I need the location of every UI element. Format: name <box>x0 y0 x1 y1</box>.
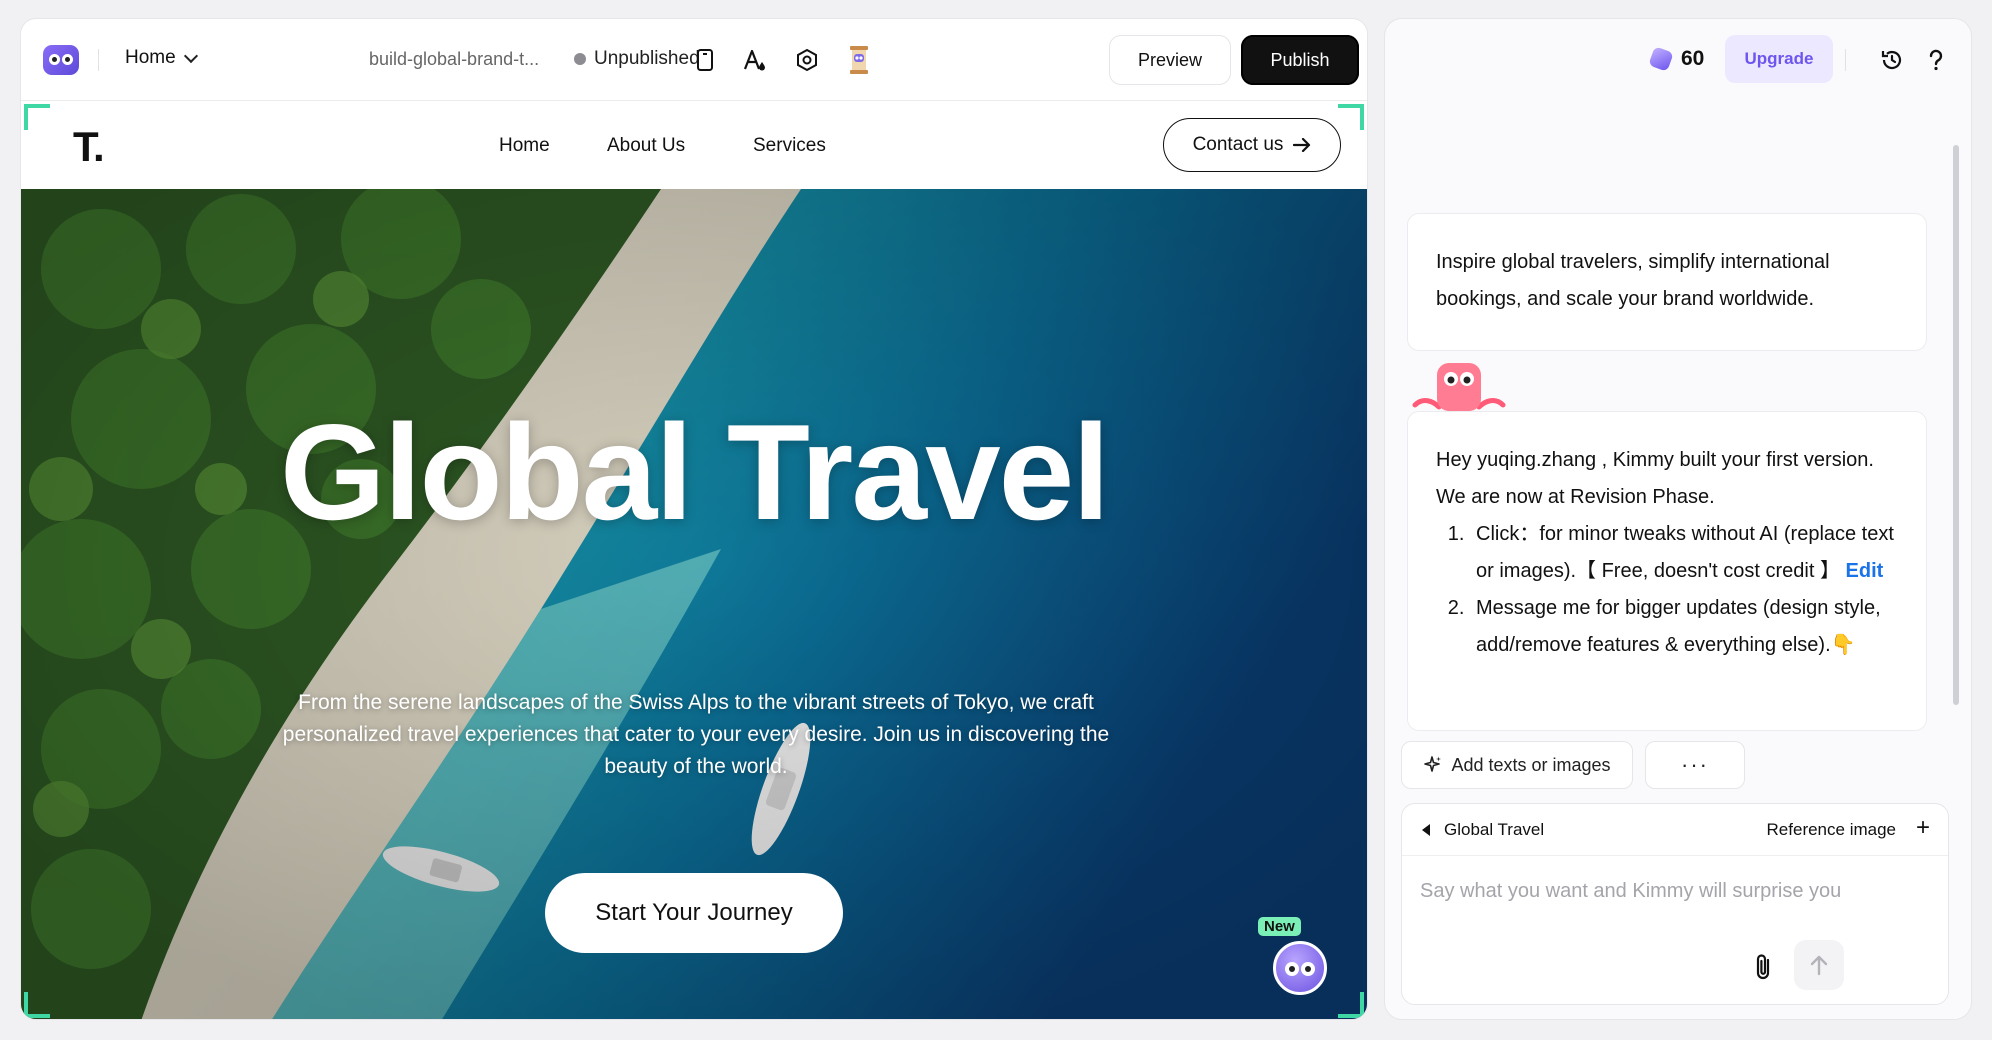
mobile-view-icon[interactable] <box>691 46 719 74</box>
new-badge: New <box>1258 917 1301 936</box>
chat-message-user: Inspire global travelers, simplify inter… <box>1407 213 1927 351</box>
history-icon[interactable] <box>1879 47 1905 73</box>
hero-title: Global Travel <box>279 396 1110 548</box>
sparkle-icon <box>1424 756 1442 772</box>
project-name[interactable]: build-global-brand-t... <box>369 49 539 70</box>
assistant-step-2: Message me for bigger updates (design st… <box>1470 590 1898 664</box>
message-composer: Global Travel Reference image + <box>1401 803 1949 1005</box>
selection-corner-top-left <box>24 104 50 130</box>
more-options-icon: ··· <box>1681 752 1709 777</box>
site-navbar: T. Home About Us Services Contact us <box>21 101 1367 189</box>
site-logo[interactable]: T. <box>73 123 105 171</box>
assistant-steps-list: Click：for minor tweaks without AI (repla… <box>1470 516 1898 664</box>
editor-panel: Home build-global-brand-t... Unpublished… <box>20 18 1368 1020</box>
page-selector[interactable]: Home <box>125 47 198 69</box>
nav-link-about[interactable]: About Us <box>607 135 685 157</box>
page-selector-label: Home <box>125 47 176 68</box>
assistant-mascot-icon[interactable] <box>1273 941 1327 995</box>
context-page[interactable]: Global Travel <box>1422 820 1544 840</box>
selection-corner-bottom-right <box>1338 992 1364 1018</box>
nav-link-services[interactable]: Services <box>753 135 826 157</box>
settings-icon[interactable] <box>793 46 821 74</box>
selection-corner-bottom-left <box>24 992 50 1018</box>
hero-section: Global Travel From the serene landscapes… <box>21 189 1367 1019</box>
selection-corner-top-right <box>1338 104 1364 130</box>
send-button[interactable] <box>1794 940 1844 990</box>
plus-icon[interactable]: + <box>1916 814 1930 842</box>
add-texts-images-button[interactable]: Add texts or images <box>1401 741 1633 789</box>
start-journey-button[interactable]: Start Your Journey <box>545 873 843 953</box>
chevron-down-icon <box>183 48 198 63</box>
credit-count: 60 <box>1681 47 1705 70</box>
editor-toolbar: Home build-global-brand-t... Unpublished… <box>21 19 1367 101</box>
chat-message-text: Inspire global travelers, simplify inter… <box>1436 251 1830 310</box>
credit-balance: 60 <box>1648 46 1705 72</box>
publish-button[interactable]: Publish <box>1241 35 1359 85</box>
header-divider <box>1845 49 1846 71</box>
arrow-right-icon <box>1293 138 1311 152</box>
hero-description: From the serene landscapes of the Swiss … <box>282 691 1110 778</box>
paperclip-icon[interactable] <box>1752 952 1776 982</box>
publish-status-label: Unpublished <box>594 48 700 69</box>
assistant-step-1-text: Click：for minor tweaks without AI (repla… <box>1476 523 1894 582</box>
credit-gem-icon <box>1648 46 1674 72</box>
assistant-step-1: Click：for minor tweaks without AI (repla… <box>1470 516 1898 590</box>
site-preview: T. Home About Us Services Contact us Glo… <box>21 101 1367 1019</box>
upgrade-button[interactable]: Upgrade <box>1725 35 1833 83</box>
contact-button-label: Contact us <box>1192 134 1284 155</box>
more-options-button[interactable]: ··· <box>1645 741 1745 789</box>
publish-status: Unpublished <box>574 48 700 70</box>
app-logo-icon[interactable] <box>43 45 79 75</box>
chat-input[interactable] <box>1402 866 1948 916</box>
assistant-intro-text: Hey yuqing.zhang , Kimmy built your firs… <box>1436 449 1874 508</box>
chat-scrollbar[interactable] <box>1953 145 1959 705</box>
help-icon[interactable] <box>1923 47 1949 73</box>
message-fade-overlay <box>1408 700 1926 730</box>
toolbar-divider <box>98 49 99 71</box>
composer-context-bar: Global Travel Reference image + <box>1402 804 1948 856</box>
status-dot-icon <box>574 53 586 65</box>
add-texts-images-label: Add texts or images <box>1451 754 1611 775</box>
chat-message-assistant: Hey yuqing.zhang , Kimmy built your firs… <box>1407 411 1927 731</box>
contact-button[interactable]: Contact us <box>1163 118 1341 172</box>
assistant-step-2-text: Message me for bigger updates (design st… <box>1476 597 1881 656</box>
text-style-icon[interactable] <box>741 46 769 74</box>
nav-link-home[interactable]: Home <box>499 135 550 157</box>
reference-image-button[interactable]: Reference image <box>1767 820 1896 840</box>
context-page-label: Global Travel <box>1444 820 1545 839</box>
chat-panel: 60 Upgrade Inspire global travelers, sim… <box>1384 18 1972 1020</box>
hourglass-icon[interactable] <box>845 46 873 74</box>
preview-button[interactable]: Preview <box>1109 35 1231 85</box>
arrow-up-icon <box>1810 955 1828 976</box>
caret-left-icon <box>1422 824 1430 836</box>
edit-link[interactable]: Edit <box>1846 560 1884 582</box>
